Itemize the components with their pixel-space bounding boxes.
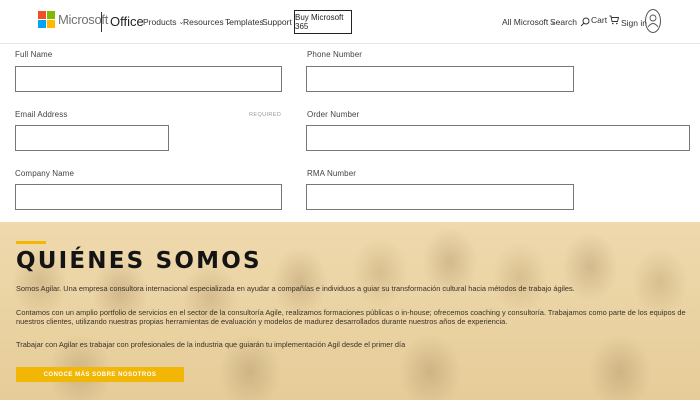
nav-support-label: Support (262, 17, 292, 27)
account-icon[interactable] (645, 9, 661, 33)
header-divider (101, 12, 102, 32)
email-address-field[interactable] (15, 125, 169, 151)
cart-label: Cart (591, 15, 608, 25)
learn-more-button[interactable]: CONOCE MÁS SOBRE NOSOTROS (16, 367, 184, 382)
company-name-label: Company Name (15, 169, 75, 178)
phone-number-label: Phone Number (307, 50, 363, 59)
search-label: Search (550, 17, 577, 27)
microsoft-logo-icon (38, 11, 55, 28)
about-title: QUIÉNES SOMOS (16, 248, 262, 274)
required-tag: REQUIRED (249, 112, 282, 118)
about-paragraph-3: Trabajar con Agilar es trabajar con prof… (16, 340, 406, 349)
all-microsoft-label: All Microsoft (502, 17, 549, 27)
full-name-field[interactable] (15, 66, 282, 92)
order-number-label: Order Number (307, 110, 360, 119)
company-name-field[interactable] (15, 184, 282, 210)
nav-products[interactable]: Products ⌄ (143, 17, 184, 27)
full-name-label: Full Name (15, 50, 53, 59)
nav-resources-label: Resources (183, 17, 224, 27)
person-icon (647, 14, 659, 28)
product-name[interactable]: Office (110, 14, 144, 29)
about-section: QUIÉNES SOMOS Somos Agilar. Una empresa … (0, 222, 700, 400)
cart-button[interactable]: Cart (591, 15, 620, 25)
rma-number-label: RMA Number (307, 169, 357, 178)
site-header: Microsoft Office Products ⌄ Resources ⌄ … (0, 0, 700, 44)
order-number-field[interactable] (306, 125, 690, 151)
nav-templates[interactable]: Templates (225, 17, 264, 27)
nav-support[interactable]: Support (262, 17, 292, 27)
about-paragraph-2: Contamos con un amplio portfolio de serv… (16, 308, 686, 326)
rma-number-field[interactable] (306, 184, 574, 210)
sign-in-link[interactable]: Sign in (621, 18, 647, 28)
all-microsoft-menu[interactable]: All Microsoft ⌄ (502, 17, 556, 27)
microsoft-logo[interactable]: Microsoft (38, 11, 108, 28)
buy-microsoft-365-button[interactable]: Buy Microsoft 365 (294, 10, 352, 34)
search-icon (580, 17, 590, 27)
search-button[interactable]: Search (550, 17, 590, 27)
nav-templates-label: Templates (225, 17, 264, 27)
sign-in-label: Sign in (621, 18, 647, 28)
nav-products-label: Products (143, 17, 177, 27)
email-address-label: Email Address (15, 110, 68, 119)
accent-bar (16, 241, 46, 244)
about-paragraph-1: Somos Agilar. Una empresa consultora int… (16, 284, 575, 293)
phone-number-field[interactable] (306, 66, 574, 92)
cart-icon (609, 15, 620, 25)
